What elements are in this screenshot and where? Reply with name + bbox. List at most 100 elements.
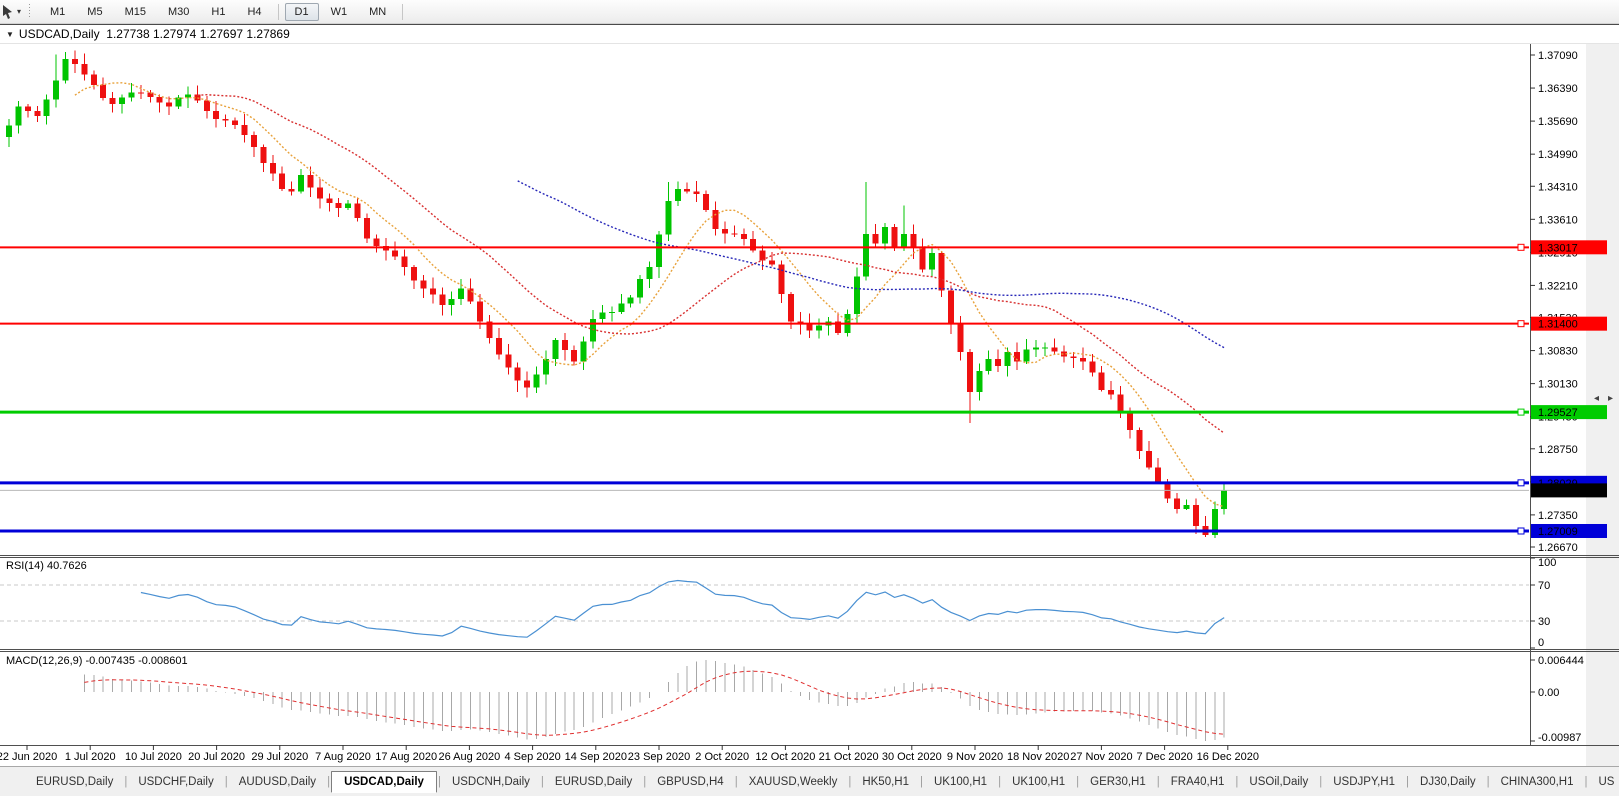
hline-price-label: 1.31400 bbox=[1531, 317, 1607, 331]
symbol-tab-china300-h1[interactable]: CHINA300,H1 bbox=[1491, 773, 1584, 791]
hline-1.27009 bbox=[0, 528, 1529, 534]
hline-handle bbox=[1518, 480, 1524, 486]
rsi-axis: 10070300 bbox=[1530, 557, 1556, 649]
timeframe-button-mn[interactable]: MN bbox=[359, 3, 396, 21]
symbol-tab-audusd-daily[interactable]: AUDUSD,Daily bbox=[229, 773, 326, 791]
macd-histogram bbox=[84, 660, 1224, 741]
date-tick-label: 21 Oct 2020 bbox=[819, 751, 879, 763]
date-tick-label: 30 Oct 2020 bbox=[882, 751, 942, 763]
symbol-tab-dj30-daily[interactable]: DJ30,Daily bbox=[1410, 773, 1486, 791]
pointer-tool-dropdown-icon[interactable]: ▾ bbox=[17, 7, 21, 16]
macd-tick-label: -0.00987 bbox=[1538, 732, 1581, 744]
date-tick-label: 1 Jul 2020 bbox=[65, 751, 116, 763]
symbol-tab-eurusd-daily[interactable]: EURUSD,Daily bbox=[26, 773, 123, 791]
price-tick-label: 1.34310 bbox=[1538, 181, 1578, 193]
date-tick-label: 20 Jul 2020 bbox=[188, 751, 245, 763]
symbol-tabbar: EURUSD,Daily|USDCHF,Daily|AUDUSD,Daily|U… bbox=[0, 766, 1619, 796]
timeframe-button-m30[interactable]: M30 bbox=[158, 3, 199, 21]
price-tick-label: 1.32210 bbox=[1538, 280, 1578, 292]
symbol-tab-usdcad-daily[interactable]: USDCAD,Daily bbox=[331, 771, 437, 793]
price-tick-label: 1.30830 bbox=[1538, 346, 1578, 358]
ma-fast-line bbox=[75, 83, 1224, 507]
chart-titlebar: ▼ USDCAD,Daily 1.27738 1.27974 1.27697 1… bbox=[0, 23, 1619, 44]
price-tick-label: 1.28750 bbox=[1538, 444, 1578, 456]
rsi-tick-label: 100 bbox=[1538, 557, 1556, 569]
macd-indicator-label: MACD(12,26,9) -0.007435 -0.008601 bbox=[6, 655, 188, 667]
symbol-tab-hk50-h1[interactable]: HK50,H1 bbox=[852, 773, 919, 791]
price-tick-label: 1.37090 bbox=[1538, 50, 1578, 62]
macd-tick-label: 0.006444 bbox=[1538, 655, 1584, 667]
date-tick-label: 9 Nov 2020 bbox=[947, 751, 1003, 763]
svg-text:1.27869: 1.27869 bbox=[1538, 485, 1578, 497]
date-axis: 22 Jun 2020 1 Jul 2020 10 Jul 2020 20 Jul 2… bbox=[0, 745, 1259, 763]
symbol-tab-uk100-h1[interactable]: UK100,H1 bbox=[924, 773, 997, 791]
rsi-line bbox=[141, 581, 1224, 638]
date-tick-label: 18 Nov 2020 bbox=[1007, 751, 1069, 763]
price-tick-label: 1.27350 bbox=[1538, 510, 1578, 522]
symbol-tab-uk100-h1[interactable]: UK100,H1 bbox=[1002, 773, 1075, 791]
rsi-level-lines bbox=[0, 585, 1529, 621]
date-tick-label: 22 Jun 2020 bbox=[0, 751, 57, 763]
price-tick-label: 1.26670 bbox=[1538, 542, 1578, 554]
date-tick-label: 4 Sep 2020 bbox=[504, 751, 560, 763]
timeframe-button-d1[interactable]: D1 bbox=[285, 3, 319, 21]
macd-signal-line bbox=[84, 671, 1224, 735]
svg-text:1.33017: 1.33017 bbox=[1538, 242, 1578, 254]
chart-menu-icon[interactable]: ▼ bbox=[6, 30, 14, 39]
timeframe-group: M1M5M15M30H1H4 D1W1MN bbox=[39, 3, 397, 21]
price-tick-label: 1.36390 bbox=[1538, 83, 1578, 95]
svg-text:1.27009: 1.27009 bbox=[1538, 526, 1578, 538]
hline-1.33017 bbox=[0, 244, 1529, 250]
timeframe-button-w1[interactable]: W1 bbox=[321, 3, 358, 21]
toolbar-grip-handle[interactable] bbox=[28, 4, 32, 19]
chart-canvas[interactable]: 1.370901.363901.356901.349901.343101.336… bbox=[0, 0, 1619, 796]
date-tick-label: 2 Oct 2020 bbox=[695, 751, 749, 763]
toolbar-separator bbox=[402, 4, 403, 20]
symbol-tab-fra40-h1[interactable]: FRA40,H1 bbox=[1161, 773, 1235, 791]
symbol-tab-usdcnh-daily[interactable]: USDCNH,Daily bbox=[442, 773, 540, 791]
svg-text:1.29527: 1.29527 bbox=[1538, 407, 1578, 419]
date-tick-label: 17 Aug 2020 bbox=[375, 751, 437, 763]
date-tick-label: 7 Dec 2020 bbox=[1136, 751, 1192, 763]
date-tick-label: 26 Aug 2020 bbox=[439, 751, 501, 763]
symbol-tab-eurusd-daily[interactable]: EURUSD,Daily bbox=[545, 773, 642, 791]
rsi-tick-label: 0 bbox=[1538, 637, 1544, 649]
chart-title-ohlc: USDCAD,Daily 1.27738 1.27974 1.27697 1.2… bbox=[19, 27, 290, 41]
ma-medium-line bbox=[197, 95, 1224, 433]
symbol-tab-usdjpy-h1[interactable]: USDJPY,H1 bbox=[1323, 773, 1405, 791]
svg-text:1.31400: 1.31400 bbox=[1538, 319, 1578, 331]
symbol-tab-us[interactable]: US bbox=[1589, 773, 1619, 791]
symbol-tab-usdchf-daily[interactable]: USDCHF,Daily bbox=[128, 773, 223, 791]
date-tick-label: 29 Jul 2020 bbox=[251, 751, 308, 763]
toolbar-separator bbox=[278, 4, 279, 20]
date-tick-label: 16 Dec 2020 bbox=[1197, 751, 1259, 763]
mt4-application: { "icons": { "pointer_tool": "cursor-arr… bbox=[0, 0, 1619, 796]
hline-1.28029 bbox=[0, 480, 1529, 486]
timeframe-button-h1[interactable]: H1 bbox=[201, 3, 235, 21]
macd-tick-label: 0.00 bbox=[1538, 687, 1559, 699]
hline-handle bbox=[1518, 321, 1524, 327]
date-tick-label: 23 Sep 2020 bbox=[628, 751, 690, 763]
pointer-tool-button[interactable]: ▾ bbox=[0, 4, 24, 20]
timeframe-button-m15[interactable]: M15 bbox=[115, 3, 156, 21]
timeframe-button-m5[interactable]: M5 bbox=[77, 3, 112, 21]
hline-1.31400 bbox=[0, 321, 1529, 327]
hline-price-label: 1.33017 bbox=[1531, 240, 1607, 254]
price-tick-label: 1.35690 bbox=[1538, 116, 1578, 128]
symbol-tab-usoil-daily[interactable]: USOil,Daily bbox=[1239, 773, 1318, 791]
timeframe-button-m1[interactable]: M1 bbox=[40, 3, 75, 21]
hline-price-label: 1.29527 bbox=[1531, 405, 1607, 419]
symbol-tab-ger30-h1[interactable]: GER30,H1 bbox=[1080, 773, 1156, 791]
date-tick-label: 27 Nov 2020 bbox=[1070, 751, 1132, 763]
timeframe-button-h4[interactable]: H4 bbox=[237, 3, 271, 21]
date-tick-label: 14 Sep 2020 bbox=[565, 751, 627, 763]
symbol-tab-xauusd-weekly[interactable]: XAUUSD,Weekly bbox=[739, 773, 848, 791]
hline-handle bbox=[1518, 244, 1524, 250]
date-tick-label: 7 Aug 2020 bbox=[315, 751, 371, 763]
cursor-arrow-icon bbox=[1, 4, 15, 20]
rsi-tick-label: 70 bbox=[1538, 580, 1550, 592]
rsi-indicator-label: RSI(14) 40.7626 bbox=[6, 560, 87, 572]
date-tick-label: 10 Jul 2020 bbox=[125, 751, 182, 763]
symbol-tab-gbpusd-h4[interactable]: GBPUSD,H4 bbox=[647, 773, 733, 791]
macd-axis: 0.006444 0.00 -0.00987 bbox=[1530, 655, 1584, 744]
